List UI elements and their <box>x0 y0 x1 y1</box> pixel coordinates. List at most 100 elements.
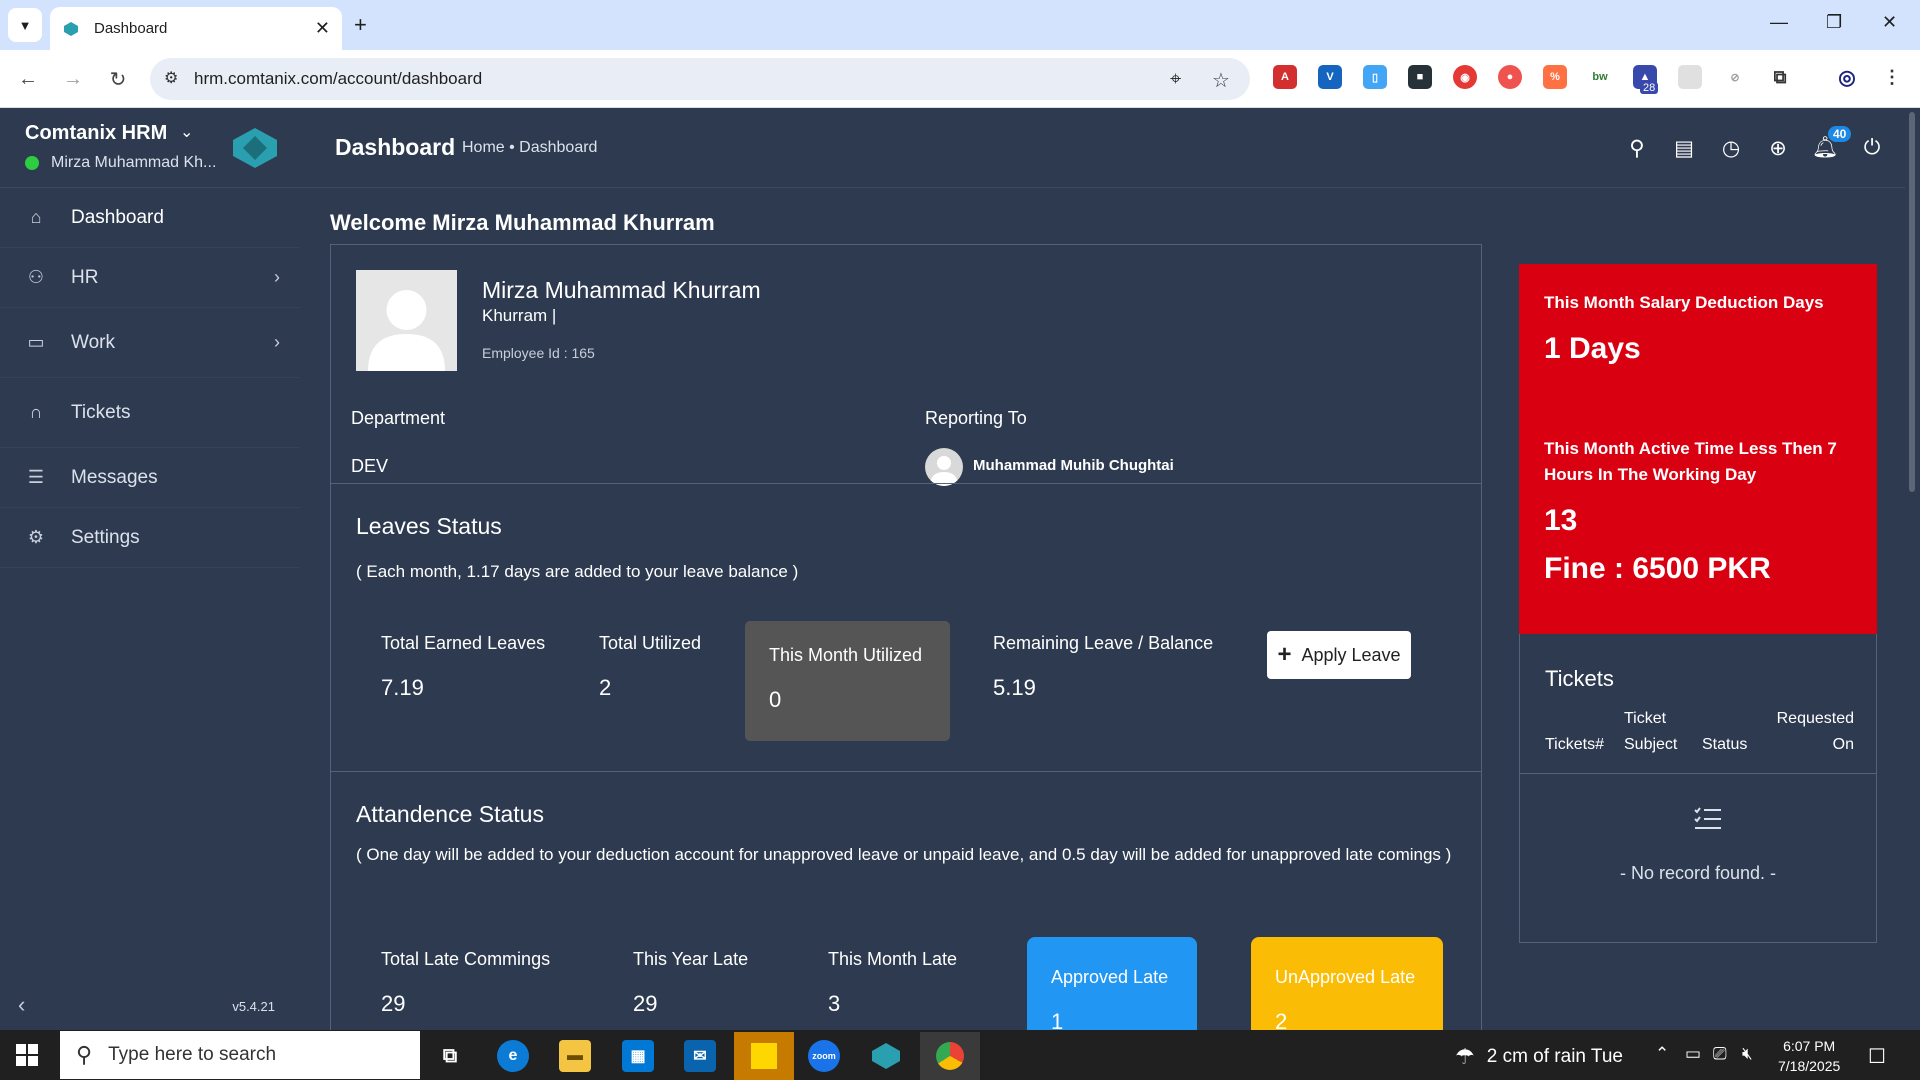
taskbar-search[interactable]: ⚲ Type here to search <box>60 1031 420 1079</box>
remaining-value: 5.19 <box>993 675 1036 700</box>
docs-extension-icon[interactable]: ▯ <box>1363 65 1387 89</box>
reporting-to-name: Muhammad Muhib Chughtai <box>973 457 1174 474</box>
battery-icon[interactable]: ▭ <box>1685 1044 1701 1064</box>
deduction-days-value: 1 Days <box>1544 332 1641 365</box>
sidebar-item-messages[interactable]: ☰ Messages <box>0 448 300 508</box>
sidebar-item-label: Work <box>71 331 115 353</box>
site-favicon-icon <box>62 20 80 38</box>
address-bar[interactable]: ⚙ hrm.comtanix.com/account/dashboard ⌖ ☆ <box>150 58 1250 100</box>
site-info-icon[interactable]: ⚙ <box>164 68 178 88</box>
sidebar-item-tickets[interactable]: ∩ Tickets <box>0 378 300 448</box>
comtanix-app-icon[interactable] <box>870 1040 902 1072</box>
tab-search-button[interactable]: ▼ <box>8 8 42 42</box>
chevron-right-icon: › <box>274 267 280 287</box>
window-close-icon[interactable]: ✕ <box>1882 12 1897 33</box>
back-icon[interactable]: ← <box>15 66 41 92</box>
forward-icon[interactable]: → <box>60 66 86 92</box>
chrome-icon[interactable] <box>920 1032 980 1080</box>
tickets-col-number: Tickets# <box>1545 736 1604 753</box>
scrollbar-thumb[interactable] <box>1909 112 1915 492</box>
department-value: DEV <box>351 456 389 476</box>
power-icon[interactable]: ⏻ <box>1858 134 1886 162</box>
divider <box>1520 773 1876 774</box>
deduction-days-label: This Month Salary Deduction Days <box>1544 293 1824 312</box>
network-icon[interactable]: ⎚ <box>1713 1044 1727 1064</box>
pdf-extension-icon[interactable]: A <box>1273 65 1297 89</box>
close-icon[interactable]: ✕ <box>315 18 330 39</box>
unapproved-late-box[interactable]: UnApproved Late 2 <box>1251 937 1443 1030</box>
notification-badge: 40 <box>1828 126 1852 142</box>
employee-id: Employee Id : 165 <box>482 345 595 361</box>
sidebar-item-work[interactable]: ▭ Work › <box>0 308 300 378</box>
message-icon: ☰ <box>27 467 45 487</box>
approved-late-value: 1 <box>1051 1009 1064 1030</box>
sidebar-item-dashboard[interactable]: ⌂ Dashboard <box>0 188 300 248</box>
search-icon[interactable]: ⚲ <box>1623 134 1651 162</box>
bw-extension-icon[interactable]: bw <box>1588 65 1612 89</box>
weather-widget[interactable]: ☂ 2 cm of rain Tue <box>1455 1044 1623 1070</box>
more-menu-icon[interactable]: ⋮ <box>1880 65 1904 89</box>
reporting-avatar <box>925 448 963 486</box>
sidebar-item-settings[interactable]: ⚙ Settings <box>0 508 300 568</box>
pokeball-extension-icon[interactable]: ● <box>1498 65 1522 89</box>
blank-extension-icon[interactable] <box>1678 65 1702 89</box>
approved-late-box[interactable]: Approved Late 1 <box>1027 937 1197 1030</box>
approved-late-label: Approved Late <box>1051 967 1169 987</box>
sidebar-header: Comtanix HRM ⌄ Mirza Muhammad Kh... <box>0 108 300 188</box>
store-icon[interactable]: ▦ <box>622 1040 654 1072</box>
apply-leave-button[interactable]: + Apply Leave <box>1267 631 1411 679</box>
add-icon[interactable]: ⊕ <box>1764 134 1792 162</box>
shield-extension-icon[interactable]: V <box>1318 65 1342 89</box>
users-icon: ⚇ <box>27 267 45 287</box>
tickets-col-requested-top: Requested <box>1776 710 1854 727</box>
minimize-icon[interactable]: — <box>1770 12 1788 33</box>
file-explorer-icon[interactable]: ▬ <box>559 1040 591 1072</box>
search-icon: ⚲ <box>76 1042 93 1067</box>
puzzle-extensions-icon[interactable]: ⧉ <box>1768 65 1792 89</box>
chevron-up-icon[interactable]: ⌃ <box>1655 1044 1669 1064</box>
deduction-panel: This Month Salary Deduction Days 1 Days … <box>1519 264 1877 634</box>
employee-name: Mirza Muhammad Khurram <box>482 277 761 303</box>
employee-card: Mirza Muhammad Khurram Khurram | Employe… <box>330 244 1482 1030</box>
tag-extension-icon[interactable]: % <box>1543 65 1567 89</box>
windows-start-icon[interactable] <box>16 1044 38 1071</box>
breadcrumb[interactable]: Home • Dashboard <box>462 139 597 157</box>
bookmark-star-icon[interactable]: ☆ <box>1212 68 1230 93</box>
sidebar-item-label: Settings <box>71 526 140 548</box>
sidebar-item-label: Messages <box>71 466 158 488</box>
restore-icon[interactable]: ❐ <box>1826 12 1842 33</box>
notes-icon[interactable]: ▤ <box>1670 134 1698 162</box>
compass-extension-icon[interactable]: ⊘ <box>1723 65 1747 89</box>
zoom-icon[interactable]: zoom <box>808 1040 840 1072</box>
unapproved-late-label: UnApproved Late <box>1275 967 1416 987</box>
profile-icon[interactable]: ◎ <box>1835 65 1859 89</box>
page-header: Dashboard Home • Dashboard ⚲ ▤ ◷ ⊕ 🔔︎ 40… <box>300 108 1905 188</box>
collapse-sidebar-icon[interactable]: ‹ <box>18 992 25 1018</box>
sidebar-item-label: Tickets <box>71 401 131 423</box>
reload-icon[interactable]: ↻ <box>105 66 131 92</box>
plus-icon: + <box>1277 641 1292 668</box>
total-late-value: 29 <box>381 991 406 1016</box>
app-name[interactable]: Comtanix HRM <box>25 122 167 145</box>
mail-icon[interactable]: ✉ <box>684 1040 716 1072</box>
system-clock[interactable]: 6:07 PM 7/18/2025 <box>1778 1036 1840 1076</box>
leaves-note: ( Each month, 1.17 days are added to you… <box>356 562 799 581</box>
edge-browser-icon[interactable]: e <box>497 1040 529 1072</box>
volume-muted-icon[interactable]: 🔇︎ <box>1742 1044 1753 1064</box>
main-content: Dashboard Home • Dashboard ⚲ ▤ ◷ ⊕ 🔔︎ 40… <box>300 108 1905 1030</box>
new-tab-button[interactable]: + <box>354 12 367 38</box>
weather-text: 2 cm of rain Tue <box>1486 1046 1623 1067</box>
total-late-label: Total Late Commings <box>381 949 551 969</box>
sidebar-item-label: Dashboard <box>71 206 164 228</box>
location-icon[interactable]: ⌖ <box>1170 68 1181 91</box>
color-extension-icon[interactable]: ◉ <box>1453 65 1477 89</box>
task-view-icon[interactable]: ⧉ <box>434 1040 466 1072</box>
clock-icon[interactable]: ◷ <box>1717 134 1745 162</box>
page-title: Dashboard <box>335 134 456 160</box>
video-extension-icon[interactable]: ■ <box>1408 65 1432 89</box>
notifications-icon[interactable]: ☐ <box>1868 1044 1886 1069</box>
chevron-down-icon[interactable]: ⌄ <box>180 122 193 142</box>
browser-tab-dashboard[interactable]: Dashboard ✕ <box>50 7 342 50</box>
sticky-notes-icon[interactable] <box>734 1032 794 1080</box>
sidebar-item-hr[interactable]: ⚇ HR › <box>0 248 300 308</box>
